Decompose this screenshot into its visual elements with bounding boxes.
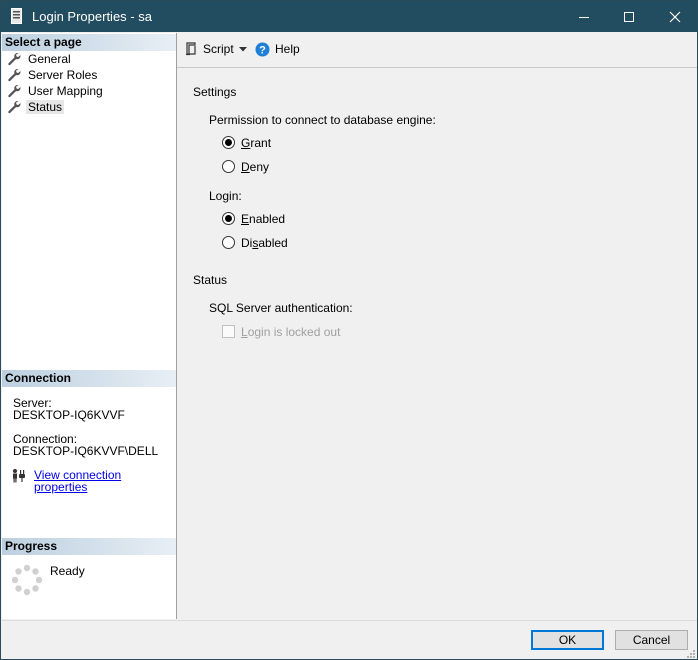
ok-button[interactable]: OK	[531, 630, 604, 650]
window-title: Login Properties - sa	[32, 9, 152, 24]
select-page-header: Select a page	[2, 34, 176, 51]
locked-label-rest: ogin is locked out	[247, 325, 341, 339]
page-item-label: Status	[26, 100, 65, 114]
connection-properties-icon	[13, 469, 25, 483]
disabled-label-pre: Di	[241, 236, 253, 250]
script-dropdown-button[interactable]	[238, 41, 248, 57]
permission-label: Permission to connect to database engine…	[209, 113, 436, 127]
deny-accelerator: D	[241, 160, 250, 174]
enabled-label-rest: nabled	[249, 212, 286, 226]
help-label: Help	[275, 42, 300, 56]
view-connection-properties-link[interactable]: View connection properties	[34, 469, 176, 493]
login-locked-out-label: Login is locked out	[241, 325, 340, 339]
wrench-icon	[8, 85, 21, 98]
page-item-user-mapping[interactable]: User Mapping	[7, 83, 105, 99]
right-pane: Script ? Help Settings Permission to con…	[177, 33, 697, 619]
progress-status: Ready	[50, 564, 85, 578]
page-item-label: User Mapping	[28, 84, 103, 98]
login-label: Login:	[209, 189, 242, 203]
disabled-label-rest: abled	[258, 236, 288, 250]
svg-text:?: ?	[259, 44, 266, 56]
locked-accelerator: L	[241, 325, 248, 339]
grant-label[interactable]: Grant	[241, 136, 271, 150]
server-value: DESKTOP-IQ6KVVF	[13, 408, 125, 422]
sql-auth-label: SQL Server authentication:	[209, 301, 353, 315]
page-item-label: General	[28, 52, 71, 66]
deny-label[interactable]: Deny	[241, 160, 269, 174]
grant-radio[interactable]	[222, 136, 235, 149]
disabled-radio[interactable]	[222, 236, 235, 249]
deny-label-rest: eny	[249, 160, 270, 174]
cancel-button[interactable]: Cancel	[615, 630, 688, 650]
enabled-label[interactable]: Enabled	[241, 212, 285, 226]
wrench-icon	[8, 101, 21, 114]
minimize-button[interactable]	[561, 1, 607, 32]
resize-grip-icon[interactable]	[686, 649, 696, 659]
enabled-radio[interactable]	[222, 212, 235, 225]
status-header: Status	[193, 273, 228, 287]
toolbar: Script ? Help	[177, 33, 697, 68]
connection-header: Connection	[2, 370, 176, 387]
login-locked-out-checkbox[interactable]	[222, 325, 235, 338]
page-item-label: Server Roles	[28, 68, 98, 82]
disabled-label[interactable]: Disabled	[241, 236, 288, 250]
help-icon: ?	[255, 42, 270, 56]
wrench-icon	[8, 69, 21, 82]
minimize-icon	[579, 16, 589, 18]
page-item-status[interactable]: Status	[7, 99, 65, 115]
page-item-general[interactable]: General	[7, 51, 73, 67]
chevron-down-icon	[239, 47, 247, 52]
maximize-icon	[624, 11, 634, 22]
button-bar: OK Cancel	[2, 620, 697, 659]
script-icon	[186, 42, 196, 56]
login-properties-dialog: Login Properties - sa Select a page Gene…	[0, 0, 698, 660]
wrench-icon	[8, 53, 21, 66]
connection-value: DESKTOP-IQ6KVVF\DELL	[13, 444, 159, 458]
grant-accelerator: G	[241, 136, 251, 150]
help-button[interactable]: ? Help	[255, 41, 300, 57]
progress-spinner-icon	[11, 564, 43, 596]
settings-header: Settings	[193, 85, 237, 99]
script-label: Script	[203, 42, 234, 56]
close-button[interactable]	[652, 1, 697, 32]
enabled-accelerator: E	[241, 212, 250, 226]
close-icon	[669, 11, 681, 22]
deny-radio[interactable]	[222, 160, 235, 173]
script-button[interactable]: Script	[184, 41, 234, 57]
grant-label-rest: rant	[250, 136, 272, 150]
maximize-button[interactable]	[606, 1, 652, 32]
title-bar[interactable]: Login Properties - sa	[1, 1, 697, 32]
server-icon	[11, 8, 22, 24]
left-pane: Select a page General Server Roles User …	[2, 33, 177, 619]
progress-header: Progress	[2, 538, 176, 555]
page-item-server-roles[interactable]: Server Roles	[7, 67, 99, 83]
